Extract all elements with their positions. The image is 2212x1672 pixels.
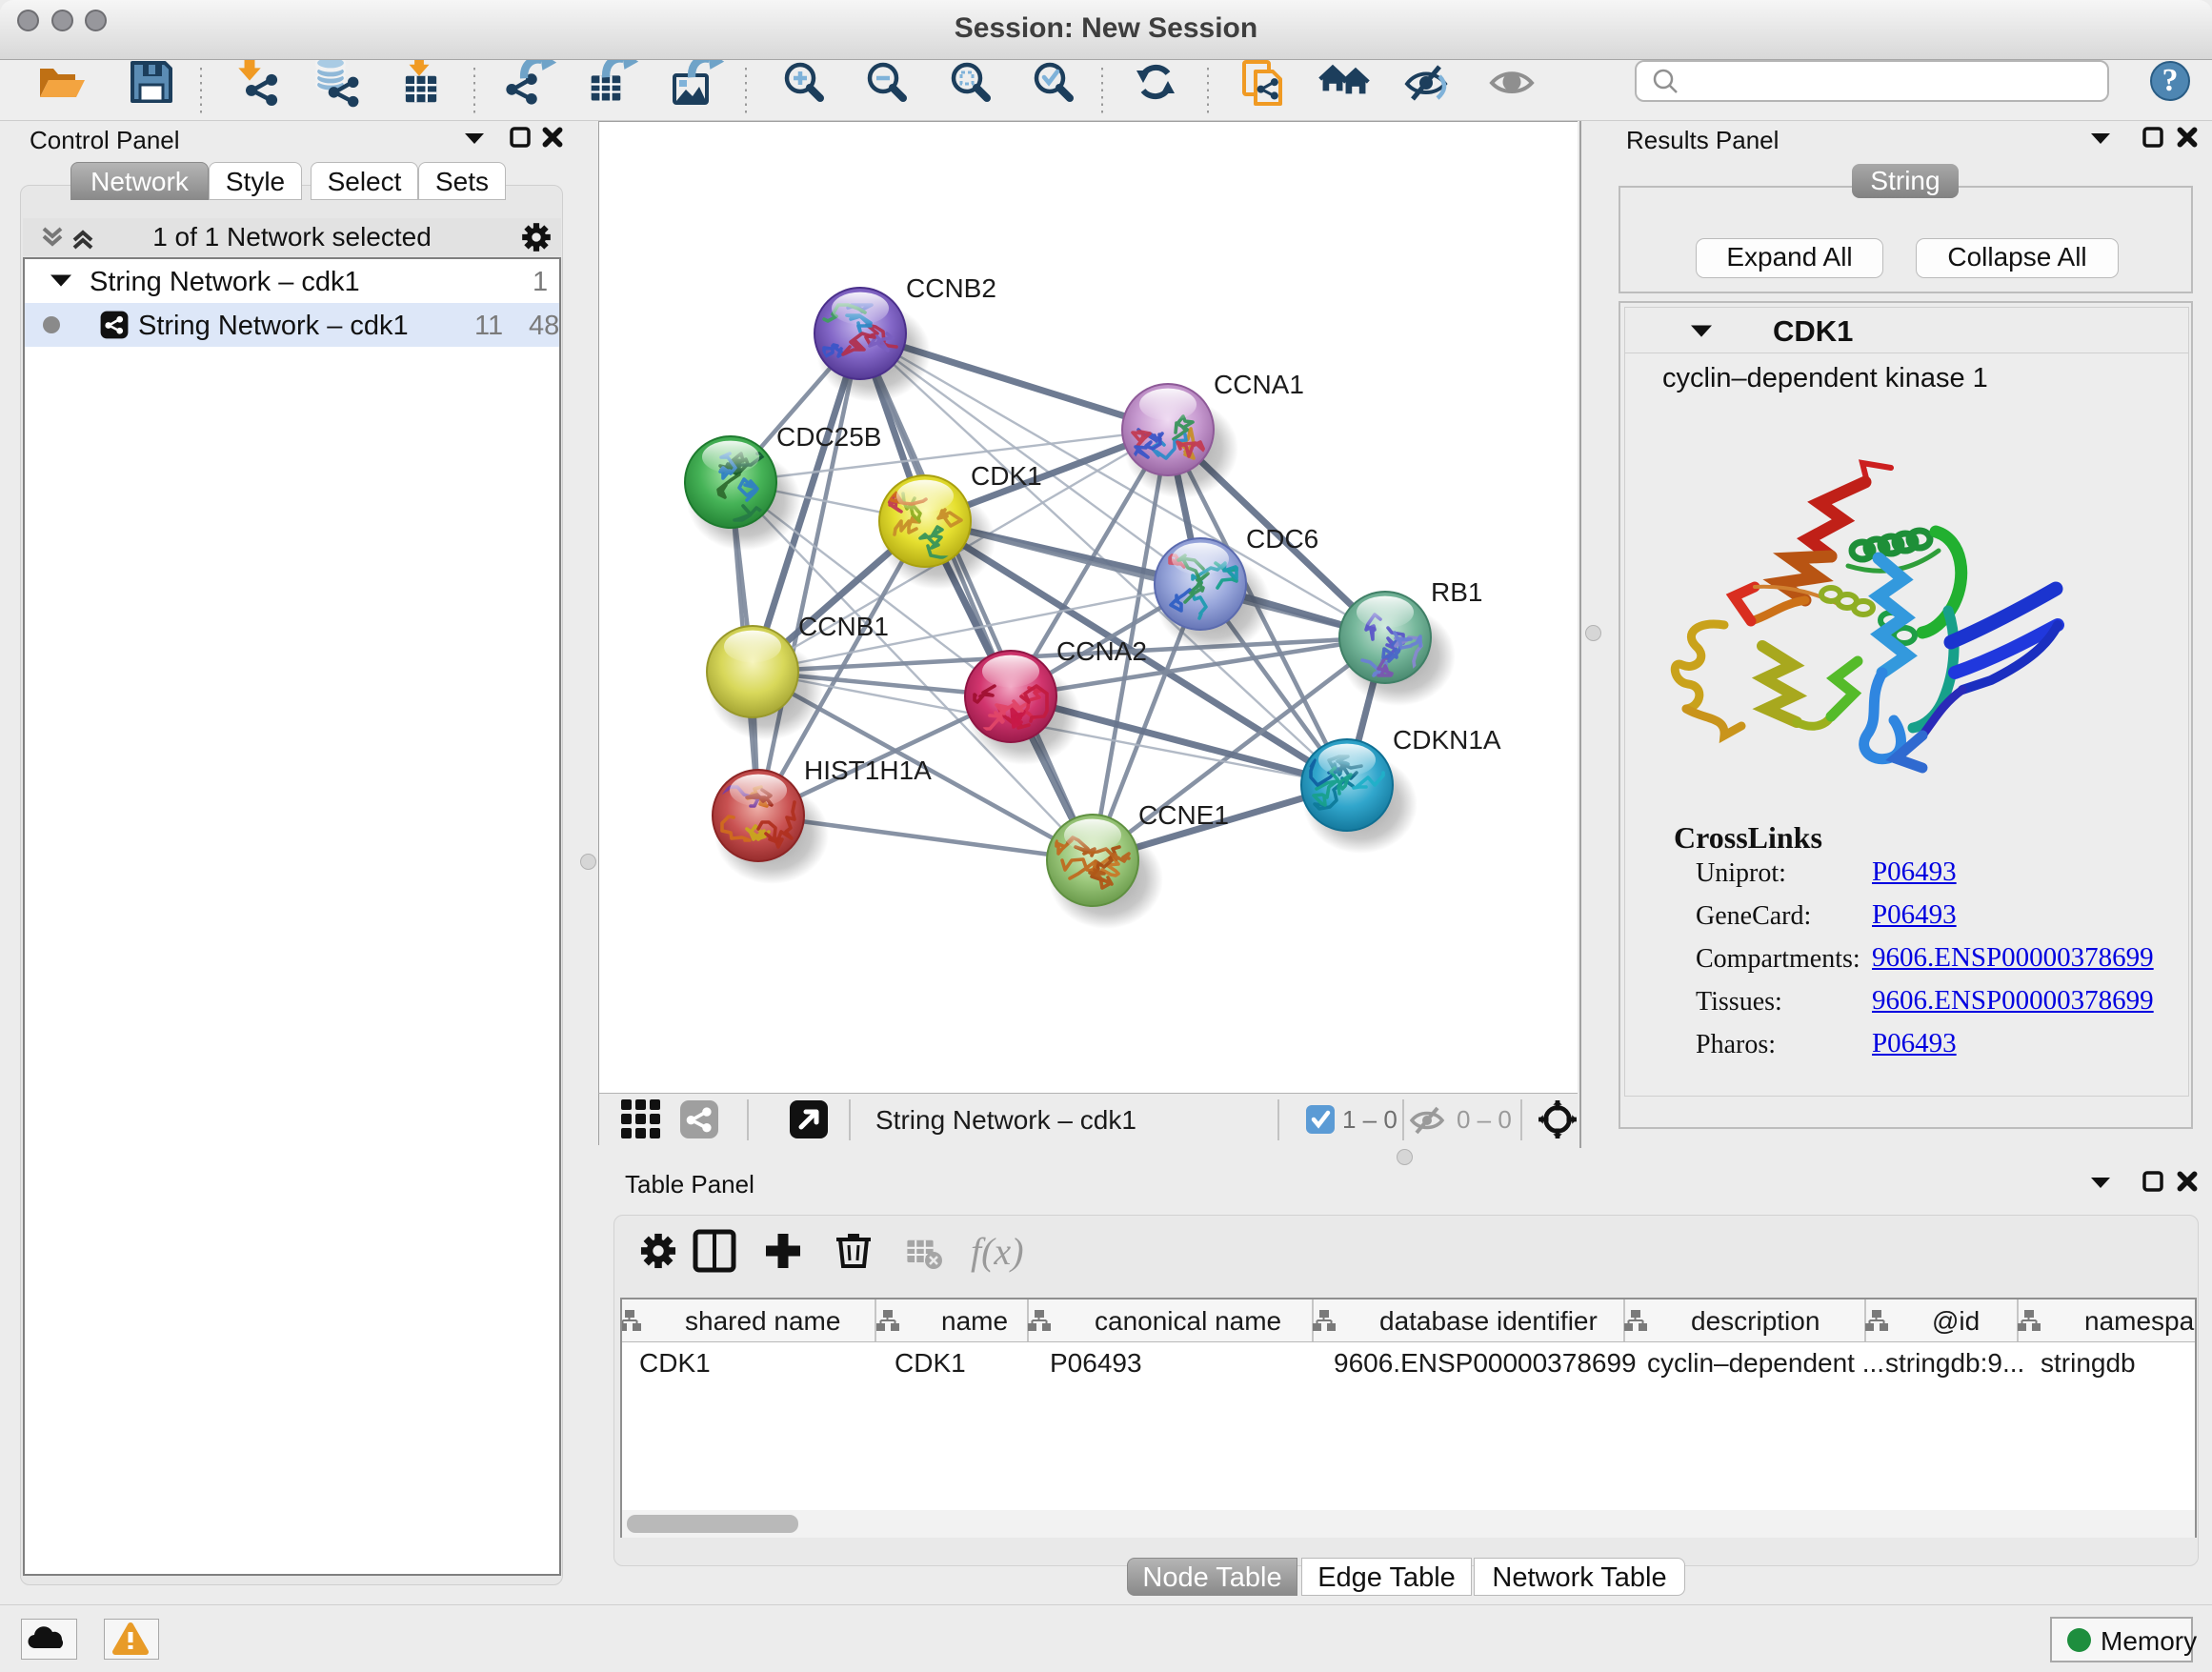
svg-text:CDC6: CDC6 [1246, 524, 1318, 554]
svg-text:namespac: namespac [2084, 1306, 2195, 1336]
svg-text:CDC25B: CDC25B [776, 422, 881, 452]
svg-text:CDK1: CDK1 [971, 461, 1042, 491]
svg-text:CCNB1: CCNB1 [798, 612, 889, 641]
svg-text:@id: @id [1932, 1306, 1980, 1336]
svg-text:CDKN1A: CDKN1A [1393, 725, 1501, 755]
svg-text:name: name [941, 1306, 1008, 1336]
svg-text:CCNA2: CCNA2 [1056, 636, 1147, 666]
svg-text:CCNE1: CCNE1 [1138, 800, 1229, 830]
svg-text:shared name: shared name [685, 1306, 840, 1336]
svg-text:CCNA1: CCNA1 [1214, 370, 1304, 399]
svg-text:CCNB2: CCNB2 [906, 273, 996, 303]
svg-text:description: description [1691, 1306, 1820, 1336]
svg-text:HIST1H1A: HIST1H1A [804, 755, 932, 785]
svg-text:0 – 0: 0 – 0 [1457, 1105, 1512, 1134]
svg-text:RB1: RB1 [1431, 577, 1482, 607]
svg-text:?: ? [2162, 63, 2179, 98]
svg-text:f(x): f(x) [971, 1230, 1024, 1273]
svg-text:String Network – cdk1: String Network – cdk1 [875, 1105, 1136, 1135]
svg-text:canonical name: canonical name [1095, 1306, 1281, 1336]
svg-text:1 – 0: 1 – 0 [1342, 1105, 1398, 1134]
svg-text:database identifier: database identifier [1379, 1306, 1598, 1336]
